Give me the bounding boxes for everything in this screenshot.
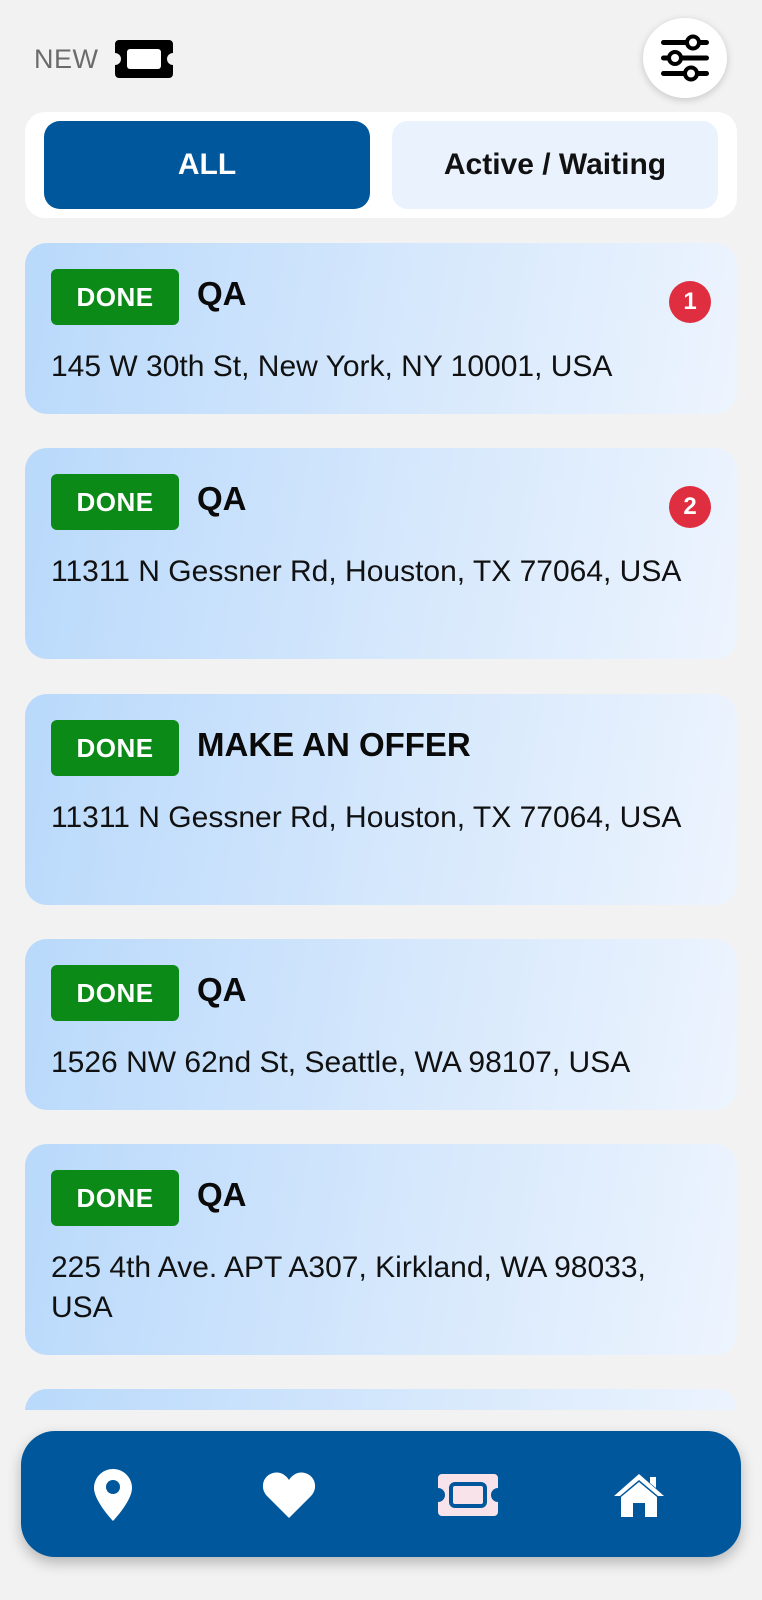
card-address: 11311 N Gessner Rd, Houston, TX 77064, U…	[51, 555, 682, 588]
card-title: MAKE AN OFFER	[197, 726, 471, 763]
nav-favorites[interactable]	[257, 1463, 321, 1527]
top-bar: NEW	[0, 0, 762, 110]
status-badge: DONE	[51, 269, 179, 325]
card-address: 145 W 30th St, New York, NY 10001, USA	[51, 350, 613, 383]
tab-all[interactable]: ALL	[44, 121, 370, 209]
card-address: 225 4th Ave. APT A307, Kirkland, WA 9803…	[51, 1251, 646, 1324]
status-tabs: ALL Active / Waiting	[25, 112, 737, 218]
bottom-navigation	[21, 1431, 741, 1557]
request-card[interactable]: DONE QA 2 11311 N Gessner Rd, Houston, T…	[25, 448, 737, 659]
notification-count-badge: 2	[669, 486, 711, 528]
home-icon	[614, 1474, 664, 1517]
status-badge: DONE	[51, 965, 179, 1021]
location-pin-icon	[94, 1469, 132, 1521]
status-badge: DONE	[51, 474, 179, 530]
card-address: 1526 NW 62nd St, Seattle, WA 98107, USA	[51, 1046, 631, 1079]
card-title: QA	[197, 275, 247, 312]
sliders-icon	[661, 34, 709, 82]
nav-home[interactable]	[607, 1463, 671, 1527]
request-card[interactable]: DONE MAKE AN OFFER 11311 N Gessner Rd, H…	[25, 694, 737, 905]
filter-button[interactable]	[643, 18, 727, 98]
new-request-link[interactable]: NEW	[34, 38, 175, 80]
nav-map[interactable]	[81, 1463, 145, 1527]
new-label: NEW	[34, 43, 99, 74]
request-card[interactable]: DONE QA 1526 NW 62nd St, Seattle, WA 981…	[25, 939, 737, 1110]
ticket-icon	[114, 40, 173, 78]
heart-icon	[262, 1472, 316, 1518]
status-badge: DONE	[51, 1170, 179, 1226]
nav-tickets[interactable]	[433, 1463, 503, 1527]
card-title: QA	[197, 971, 247, 1008]
request-card[interactable]: DONE QA 225 4th Ave. APT A307, Kirkland,…	[25, 1144, 737, 1355]
tab-active-waiting[interactable]: Active / Waiting	[392, 121, 718, 209]
request-card-partial[interactable]	[25, 1389, 737, 1410]
ticket-icon	[438, 1474, 498, 1516]
card-address: 11311 N Gessner Rd, Houston, TX 77064, U…	[51, 801, 682, 834]
card-title: QA	[197, 480, 247, 517]
card-title: QA	[197, 1176, 247, 1213]
status-badge: DONE	[51, 720, 179, 776]
request-card[interactable]: DONE QA 1 145 W 30th St, New York, NY 10…	[25, 243, 737, 414]
notification-count-badge: 1	[669, 281, 711, 323]
